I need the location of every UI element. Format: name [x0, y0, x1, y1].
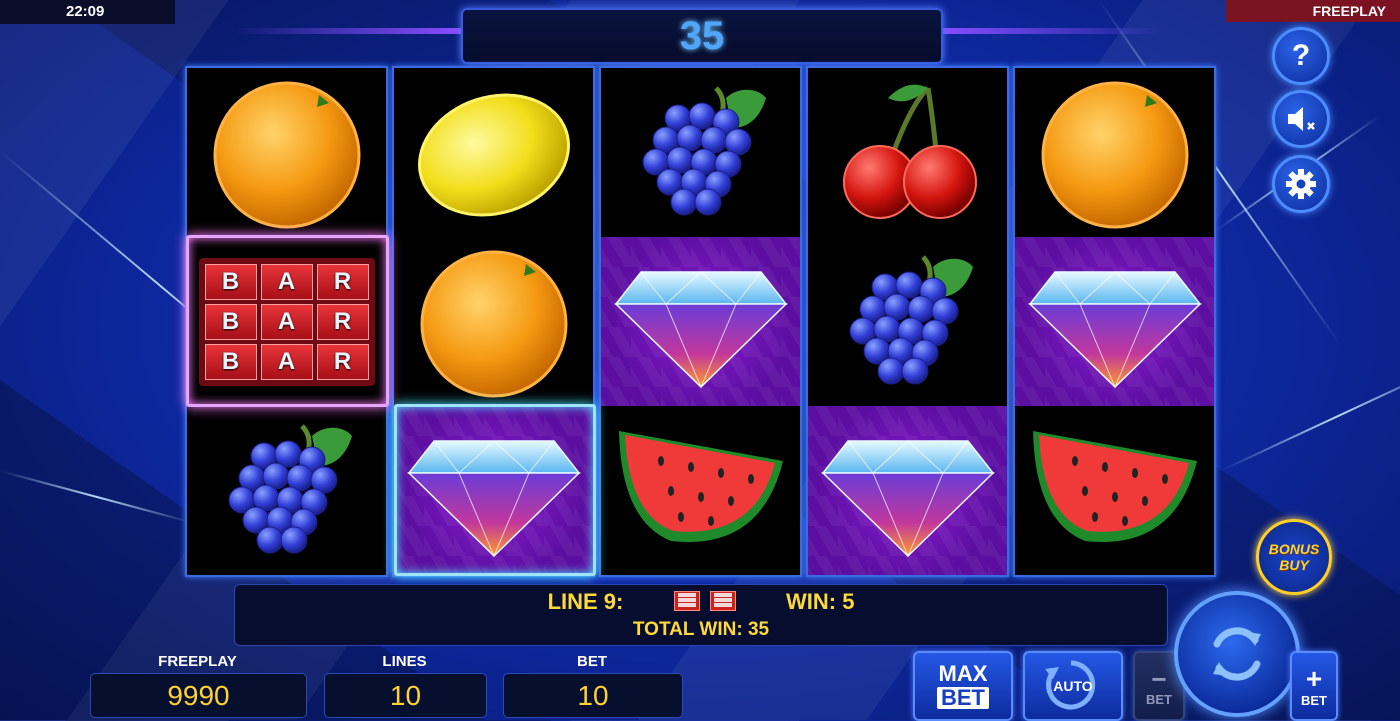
bar-symbol-grid: BARBARBAR: [198, 257, 375, 386]
diamond-symbol: [808, 406, 1007, 575]
bonus-buy-label-2: BUY: [1279, 557, 1309, 573]
reel-5: [1013, 66, 1216, 577]
reel-3: [599, 66, 802, 577]
bet-value: 10: [503, 673, 683, 718]
reel-4: [806, 66, 1009, 577]
orange-symbol: [1015, 68, 1214, 237]
watermelon-symbol: [1015, 406, 1214, 575]
spin-arrows-icon: [1213, 627, 1261, 681]
bonus-buy-button[interactable]: BONUS BUY: [1256, 519, 1332, 595]
reels-area: BARBARBAR: [185, 66, 1216, 577]
spin-button[interactable]: [1174, 591, 1300, 717]
diamond-symbol: [1015, 237, 1214, 406]
max-bet-label-1: MAX: [938, 661, 988, 686]
top-glow-left: [235, 28, 461, 34]
win-label: WIN: 5: [785, 589, 855, 614]
auto-label: AUTO: [1053, 678, 1093, 694]
bet-minus-label: BET: [1146, 691, 1172, 707]
top-glow-right: [939, 28, 1165, 34]
watermelon-symbol: [601, 406, 800, 575]
reel-1: BARBARBAR: [185, 66, 388, 577]
diamond-symbol: [394, 406, 593, 575]
max-bet-button[interactable]: MAX BET: [913, 651, 1013, 721]
freeplay-label: FREEPLAY: [158, 653, 237, 670]
bet-label: BET: [577, 653, 607, 670]
help-icon: ?: [1291, 39, 1311, 72]
gear-icon: [1286, 169, 1316, 199]
top-win-display: 35: [461, 8, 943, 64]
settings-button[interactable]: [1272, 155, 1330, 213]
bar-symbol: BARBARBAR: [187, 237, 386, 406]
mini-bar-icon: [673, 591, 700, 612]
reel-2: [392, 66, 595, 577]
plus-icon: +: [1305, 662, 1323, 694]
orange-symbol: [187, 68, 386, 237]
help-button[interactable]: ?: [1272, 27, 1330, 85]
bet-plus-label: BET: [1301, 692, 1327, 708]
lines-value[interactable]: 10: [324, 673, 487, 718]
line-label: LINE 9:: [547, 589, 624, 614]
background-crack: [0, 470, 194, 524]
win-info-bar: LINE 9: WIN: 5 TOTAL WIN: 35: [234, 584, 1168, 646]
background-crack: [1220, 360, 1400, 472]
mini-bar-icon: [709, 591, 736, 612]
lines-label: LINES: [382, 653, 427, 670]
line-win-row: LINE 9: WIN: 5: [235, 589, 1167, 615]
auto-spin-button[interactable]: AUTO: [1023, 651, 1123, 721]
max-bet-label-2: BET: [937, 687, 989, 709]
clock: 22:09: [0, 0, 175, 24]
lemon-symbol: [394, 68, 593, 237]
bet-increase-button[interactable]: + BET: [1290, 651, 1338, 721]
sound-button[interactable]: [1272, 90, 1330, 148]
orange-symbol: [394, 237, 593, 406]
speaker-muted-icon: [1288, 107, 1315, 131]
grapes-symbol: [808, 237, 1007, 406]
bonus-buy-label-1: BONUS: [1268, 541, 1320, 557]
freeplay-balance: 9990: [90, 673, 307, 718]
freeplay-mode-tag: FREEPLAY: [1226, 0, 1400, 22]
grapes-symbol: [187, 406, 386, 575]
minus-icon: −: [1151, 663, 1167, 694]
cherries-symbol: [808, 68, 1007, 237]
diamond-symbol: [601, 237, 800, 406]
total-win: TOTAL WIN: 35: [632, 619, 770, 640]
grapes-symbol: [601, 68, 800, 237]
